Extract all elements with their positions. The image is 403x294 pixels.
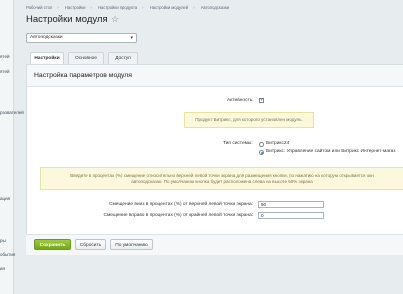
radio-bitrix-cms-label: Битрикс: Управление сайтом или Битрикс И… [266, 149, 396, 154]
tab-access[interactable]: Доступ [108, 52, 138, 64]
sidebar-item[interactable]: ятей [0, 69, 9, 74]
breadcrumb-link[interactable]: Настройки модулей [150, 5, 188, 10]
offset-right-label: Смещение вправо в процентах (%) от крайн… [103, 213, 253, 218]
active-label: Активность: [227, 98, 254, 103]
favorite-star-icon[interactable]: ☆ [111, 14, 119, 25]
breadcrumb-link[interactable]: Рабочий стол [26, 5, 52, 10]
active-checkbox[interactable] [259, 97, 264, 103]
breadcrumb-separator: › [193, 5, 195, 10]
system-type-label: Тип системы: [223, 141, 253, 146]
info-text-line: автоподсказок. По умолчанию кнопка будет… [131, 179, 313, 184]
reset-button[interactable]: Сбросить [75, 239, 106, 250]
module-select[interactable]: Автоподсказки ▾ [26, 33, 137, 43]
sidebar-item[interactable]: обытия [0, 252, 15, 257]
page-title: Настройки модуля [26, 14, 108, 25]
offset-right-input[interactable]: 0 [258, 212, 324, 219]
module-select-value: Автоподсказки [30, 35, 63, 40]
radio-bitrix-cms[interactable] [259, 150, 264, 155]
breadcrumb-separator: › [90, 5, 92, 10]
chevron-down-icon: ▾ [130, 35, 133, 41]
radio-bitrix24[interactable] [259, 142, 264, 147]
sidebar-item[interactable]: ятей [0, 54, 9, 59]
sidebar-item[interactable]: ры [0, 238, 6, 243]
breadcrumb-separator: › [57, 5, 59, 10]
settings-panel: Настройка параметров модуля Активность: … [26, 64, 403, 254]
breadcrumb-current[interactable]: Автоподсказки [201, 5, 229, 10]
info-note: Введите в процентах (%) смещение относит… [40, 167, 403, 190]
breadcrumb-link[interactable]: Настройки [65, 5, 86, 10]
form-footer: Сохранить Сбросить По умолчанию [26, 234, 403, 255]
panel-title: Настройка параметров модуля [27, 65, 403, 87]
radio-bitrix24-label: Битрикс24 [266, 141, 290, 146]
breadcrumb-separator: › [142, 5, 144, 10]
breadcrumb-link[interactable]: Настройки продукта [98, 5, 137, 10]
sidebar-item[interactable]: ия [0, 266, 5, 271]
breadcrumb: Рабочий стол › Настройки › Настройки проду… [26, 5, 229, 10]
sidebar-item[interactable]: ация [0, 196, 10, 201]
warning-note: Продукт Битрикс, для которого установлен… [184, 112, 314, 128]
save-button[interactable]: Сохранить [34, 239, 71, 250]
sidebar-item[interactable]: рзователей [0, 110, 24, 115]
tab-main[interactable]: Основное [68, 52, 104, 64]
offset-down-input[interactable]: 50 [258, 201, 324, 208]
offset-down-label: Смещение вниз в процентах (%) от верхней… [109, 202, 253, 207]
admin-sidebar: ятей ятей рзователей ация ры обытия ия [0, 0, 24, 294]
info-text-line: Введите в процентах (%) смещение относит… [70, 173, 374, 178]
warning-text: Продукт Битрикс, для которого установлен… [195, 117, 303, 122]
default-button[interactable]: По умолчанию [110, 239, 153, 250]
